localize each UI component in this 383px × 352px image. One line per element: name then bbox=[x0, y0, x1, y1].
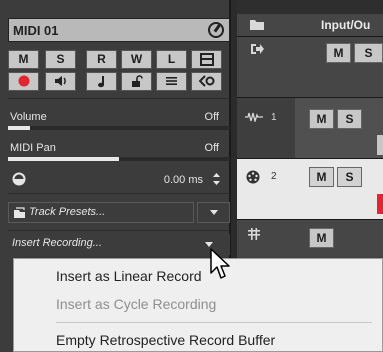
track-button-partial[interactable] bbox=[377, 135, 383, 155]
midi-pan-slider[interactable] bbox=[8, 157, 230, 161]
exit-arrow-icon bbox=[251, 44, 264, 54]
note-icon bbox=[97, 76, 104, 88]
track-presets-icon bbox=[14, 207, 25, 218]
track-row-group[interactable]: M bbox=[237, 219, 383, 259]
track-mute-button[interactable]: M bbox=[309, 167, 334, 187]
menu-item-empty-retrospective-buffer[interactable]: Empty Retrospective Record Buffer bbox=[56, 332, 275, 348]
track-presets-dropdown-button[interactable] bbox=[197, 202, 230, 223]
midi-pan-label: MIDI Pan bbox=[10, 142, 56, 154]
record-icon bbox=[18, 75, 29, 87]
mute-button[interactable]: M bbox=[8, 50, 39, 69]
channel-settings-button[interactable] bbox=[191, 72, 222, 91]
track-gutter bbox=[237, 98, 295, 158]
track-mute-button[interactable]: M bbox=[309, 109, 334, 129]
track-number: 1 bbox=[271, 112, 277, 123]
track-row-1[interactable]: 1 M S bbox=[237, 97, 383, 158]
lane-display-button[interactable] bbox=[156, 72, 187, 91]
padlock-open-icon bbox=[131, 75, 143, 87]
track-name: MIDI 01 bbox=[13, 23, 59, 38]
chevron-down-icon bbox=[210, 210, 218, 215]
editor-button[interactable] bbox=[191, 50, 222, 69]
input-output-label: Input/Ou bbox=[321, 18, 371, 32]
track-solo-button[interactable]: S bbox=[354, 43, 383, 63]
track-number: 2 bbox=[271, 171, 277, 182]
menu-item-insert-linear[interactable]: Insert as Linear Record bbox=[56, 268, 202, 284]
volume-slider[interactable] bbox=[8, 126, 230, 130]
track-name-field[interactable]: MIDI 01 bbox=[8, 18, 230, 42]
track-mute-button[interactable]: M bbox=[326, 43, 351, 63]
track-mute-button[interactable]: M bbox=[309, 228, 334, 248]
lock-button[interactable]: L bbox=[156, 50, 187, 69]
track-list-header bbox=[237, 0, 383, 14]
channel-settings-icon bbox=[198, 75, 214, 87]
divider bbox=[8, 98, 230, 99]
volume-value: Off bbox=[204, 111, 219, 123]
mouse-pointer-icon bbox=[210, 248, 230, 279]
spin-updown-icon[interactable] bbox=[212, 172, 221, 186]
audio-waveform-icon bbox=[245, 112, 263, 122]
divider bbox=[8, 193, 230, 194]
track-solo-button[interactable]: S bbox=[337, 167, 362, 187]
solo-button[interactable]: S bbox=[45, 50, 76, 69]
menu-separator bbox=[56, 322, 372, 323]
record-enable-partial[interactable] bbox=[377, 194, 383, 214]
volume-label: Volume bbox=[10, 111, 47, 123]
track-presets-field[interactable]: Track Presets... bbox=[8, 202, 194, 223]
delay-icon bbox=[12, 172, 26, 186]
editor-icon bbox=[199, 53, 214, 66]
write-automation-button[interactable]: W bbox=[121, 50, 152, 69]
record-enable-button[interactable] bbox=[8, 72, 39, 91]
lanes-icon bbox=[166, 77, 177, 85]
track-solo-button[interactable]: S bbox=[337, 109, 362, 129]
midi-pan-value: Off bbox=[204, 142, 219, 154]
track-row-2[interactable]: 2 M S bbox=[237, 158, 383, 219]
insert-recording-field[interactable]: Insert Recording... bbox=[8, 234, 230, 255]
menu-item-insert-cycle: Insert as Cycle Recording bbox=[56, 296, 217, 312]
insert-recording-text: Insert Recording... bbox=[12, 237, 102, 249]
read-automation-button[interactable]: R bbox=[86, 50, 117, 69]
volume-slider-fill bbox=[8, 126, 31, 130]
lock-time-button[interactable] bbox=[121, 72, 152, 91]
folder-icon[interactable] bbox=[249, 18, 265, 31]
track-gutter bbox=[237, 159, 295, 219]
track-list-column-header: Input/Ou bbox=[237, 14, 383, 36]
insert-recording-menu: Insert as Linear Record Insert as Cycle … bbox=[13, 258, 383, 352]
edit-instrument-icon[interactable] bbox=[207, 21, 225, 39]
midi-port-icon bbox=[246, 170, 260, 184]
track-presets-text: Track Presets... bbox=[29, 206, 106, 218]
midi-pan-slider-fill bbox=[8, 157, 119, 161]
speaker-icon bbox=[54, 76, 66, 86]
track-row-folder[interactable]: M S bbox=[237, 36, 383, 97]
monitor-button[interactable] bbox=[45, 72, 76, 91]
delay-value[interactable]: 0.00 ms bbox=[164, 174, 203, 186]
musical-mode-button[interactable] bbox=[86, 72, 117, 91]
divider bbox=[8, 230, 230, 231]
group-channel-icon bbox=[248, 228, 260, 240]
